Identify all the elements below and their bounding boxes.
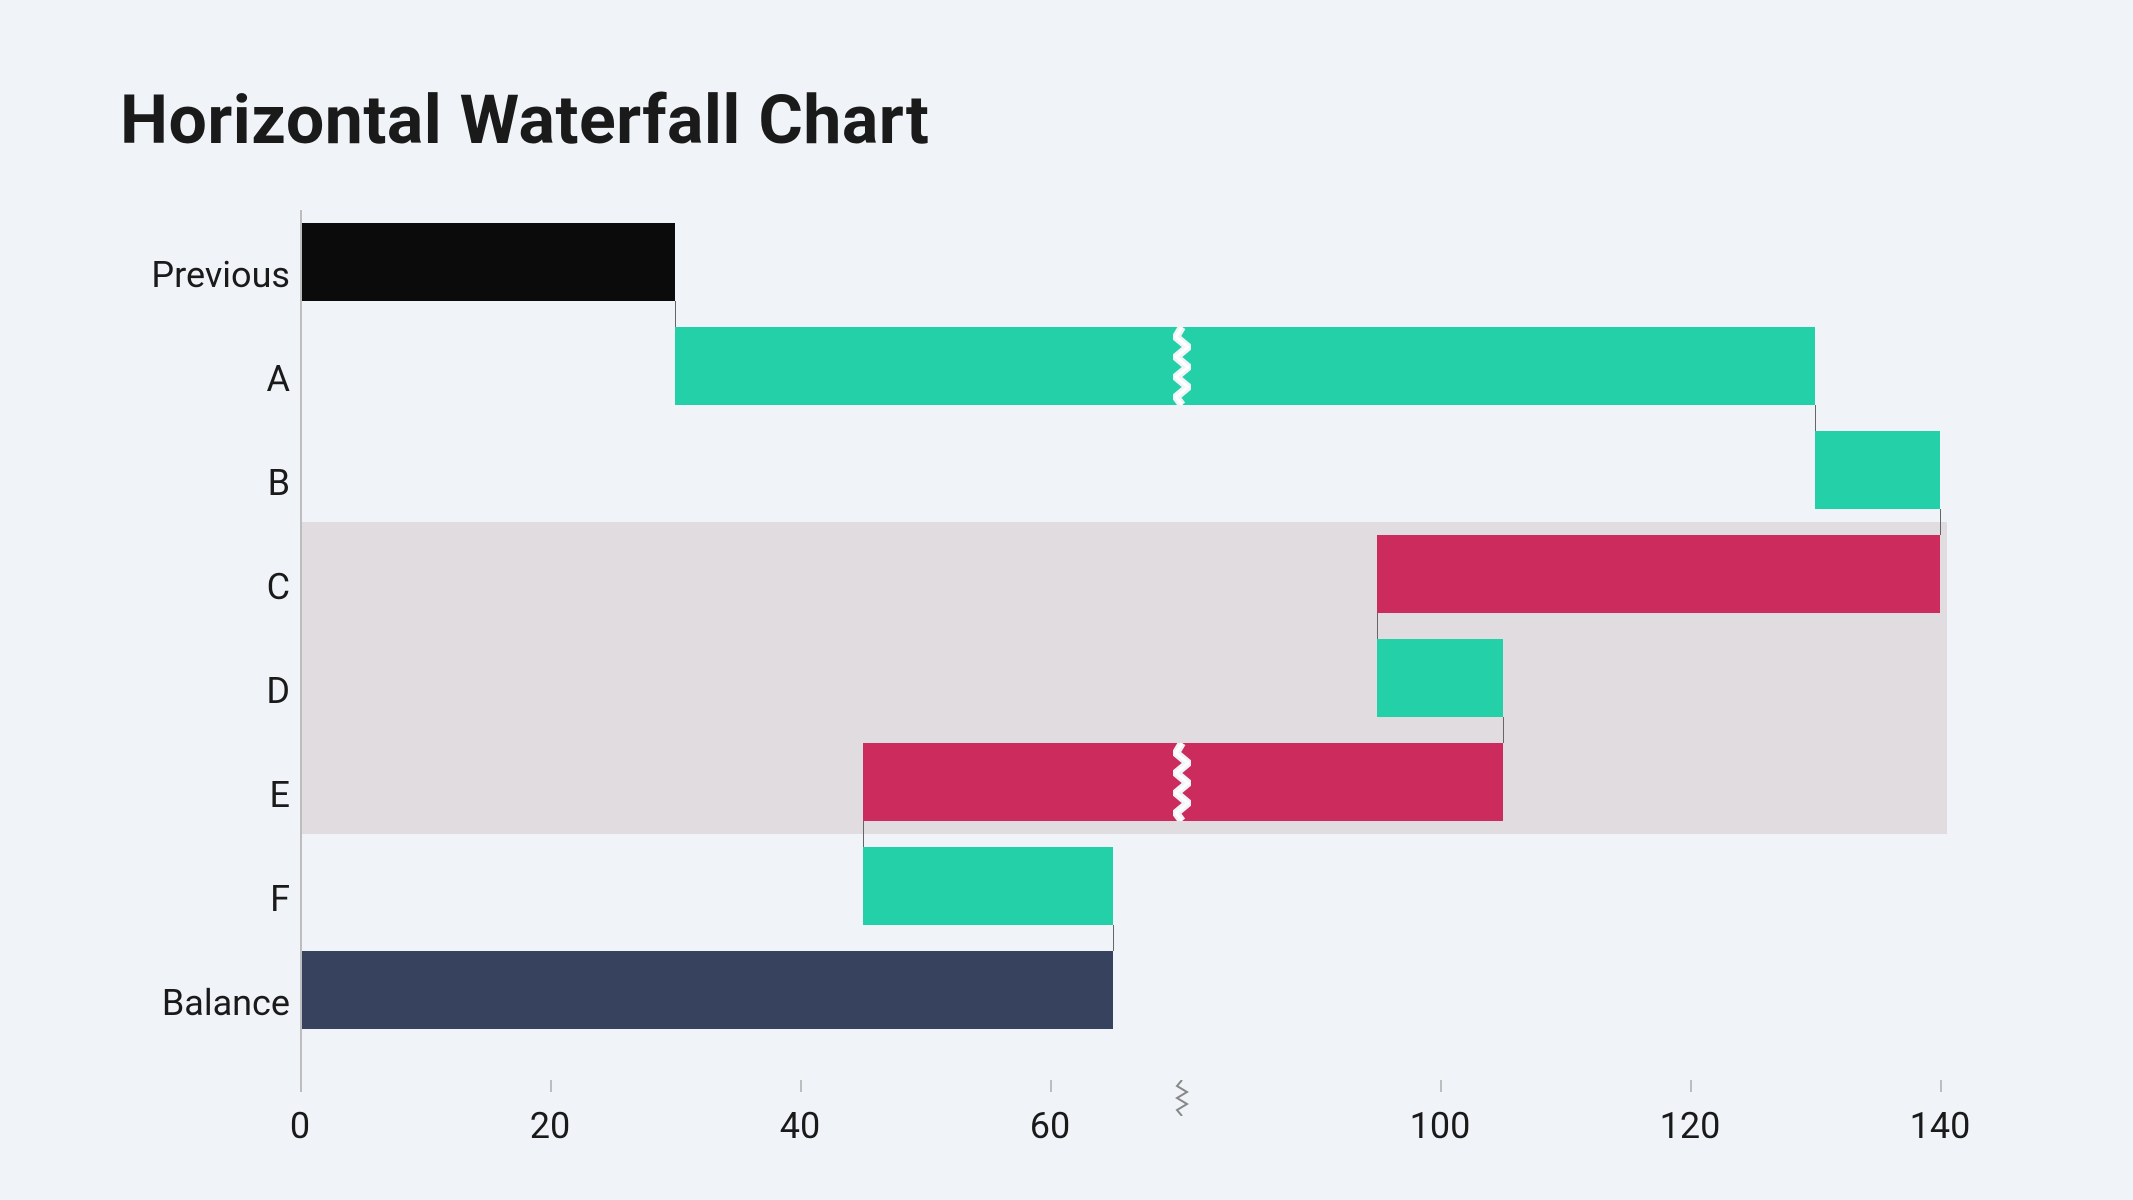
y-label-previous: Previous [151, 254, 290, 296]
bar-d [1377, 639, 1503, 717]
bar-c [1377, 535, 1940, 613]
connector [1815, 405, 1816, 431]
chart-container: Horizontal Waterfall Chart Previous A B … [120, 80, 2020, 1080]
x-tick [800, 1080, 802, 1092]
x-label: 40 [780, 1105, 820, 1147]
x-tick [1940, 1080, 1942, 1092]
bar-f [863, 847, 1113, 925]
x-label: 120 [1660, 1105, 1721, 1147]
y-label-balance: Balance [162, 982, 290, 1024]
bar-b [1815, 431, 1940, 509]
bar-a [675, 327, 1815, 405]
y-label-e: E [270, 774, 290, 816]
y-label-c: C [267, 566, 290, 608]
x-label: 140 [1910, 1105, 1971, 1147]
x-tick [300, 1080, 302, 1092]
connector [1503, 717, 1504, 743]
bar-previous [302, 223, 675, 301]
x-label: 100 [1410, 1105, 1471, 1147]
y-label-b: B [268, 462, 290, 504]
x-label: 20 [530, 1105, 570, 1147]
y-label-d: D [266, 670, 290, 712]
x-tick [1440, 1080, 1442, 1092]
connector [1113, 925, 1114, 951]
x-label: 60 [1030, 1105, 1070, 1147]
y-label-a: A [267, 358, 290, 400]
y-label-f: F [270, 878, 290, 920]
connector [863, 821, 864, 847]
bar-e [863, 743, 1503, 821]
connector [1940, 509, 1941, 535]
x-tick [1690, 1080, 1692, 1092]
connector [675, 301, 676, 327]
axis-break-icon [1175, 1080, 1189, 1116]
x-tick [1050, 1080, 1052, 1092]
bar-balance [302, 951, 1113, 1029]
x-tick [550, 1080, 552, 1092]
chart-title: Horizontal Waterfall Chart [120, 80, 2020, 160]
chart-area: Previous A B C D E F Balance [120, 210, 1970, 1080]
x-label: 0 [290, 1105, 310, 1147]
connector [1377, 613, 1378, 639]
y-axis-line [300, 210, 302, 1080]
plot-area: 0 20 40 60 100 120 140 [300, 210, 1950, 1080]
